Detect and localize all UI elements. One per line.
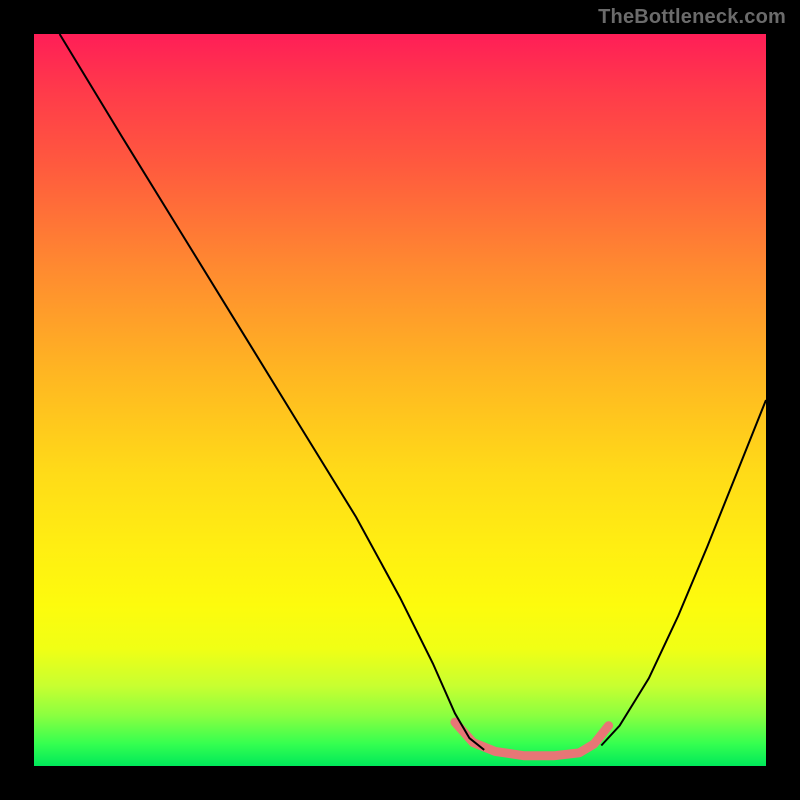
curve-layer	[34, 34, 766, 766]
watermark-text: TheBottleneck.com	[598, 6, 786, 29]
basin-highlight-path	[455, 722, 609, 756]
right-branch-path	[601, 400, 766, 746]
left-branch-path	[60, 34, 485, 750]
chart-frame: TheBottleneck.com	[0, 0, 800, 800]
